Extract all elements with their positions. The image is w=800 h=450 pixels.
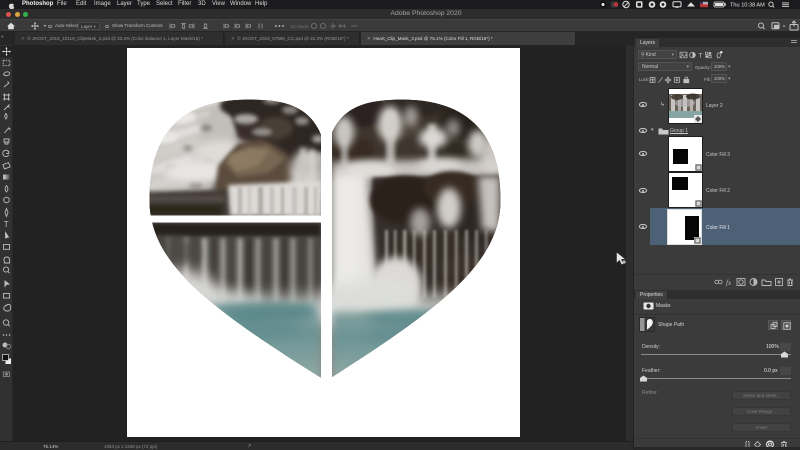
svg-text:T: T — [699, 52, 703, 58]
svg-text:fx: fx — [726, 279, 732, 287]
